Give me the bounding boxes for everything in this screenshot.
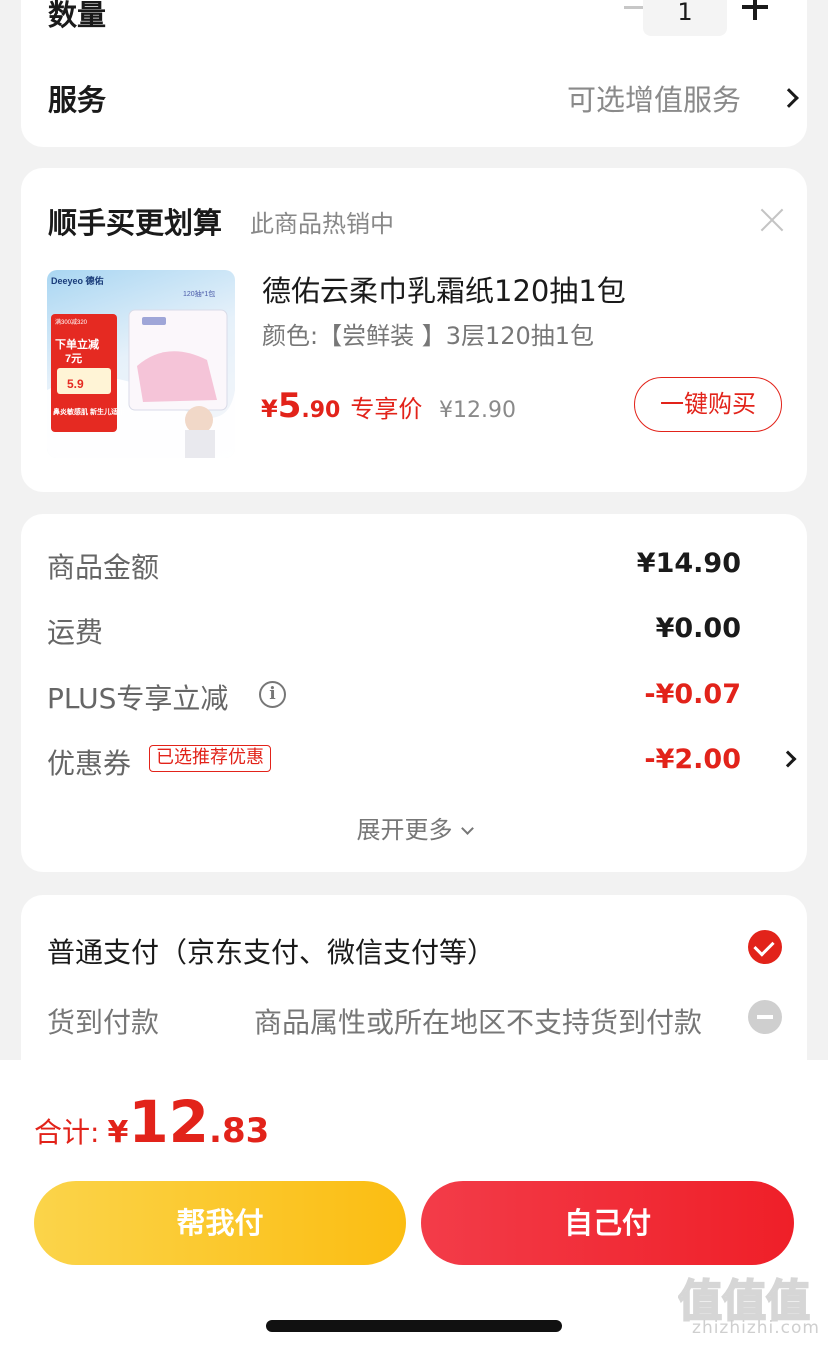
home-indicator[interactable] — [266, 1320, 562, 1332]
addon-title: 顺手买更划算 — [48, 206, 223, 240]
original-price: ¥12.90 — [439, 398, 516, 423]
service-label: 服务 — [48, 83, 107, 117]
goods-amount-label: 商品金额 — [47, 551, 160, 584]
chevron-down-icon — [460, 822, 474, 835]
plus-discount-value: -¥0.07 — [644, 679, 741, 710]
checkmark-icon[interactable] — [748, 930, 782, 964]
product-promo-bottom-text: 鼻炎敏感肌 新生儿适用 — [53, 407, 125, 416]
quantity-input[interactable]: 1 — [643, 0, 727, 36]
price-tag: 专享价 — [350, 395, 423, 423]
help-me-pay-button[interactable]: 帮我付 — [34, 1181, 406, 1265]
disabled-icon — [748, 1000, 782, 1034]
one-click-buy-button[interactable]: 一键购买 — [634, 377, 782, 432]
pay-myself-button[interactable]: 自己付 — [421, 1181, 794, 1265]
price-integer: 5 — [277, 386, 302, 426]
quantity-label: 数量 — [48, 0, 107, 32]
total-label: 合计: — [34, 1116, 100, 1149]
close-icon[interactable] — [760, 208, 784, 232]
total-currency: ¥ — [107, 1115, 129, 1150]
coupon-badge: 已选推荐优惠 — [149, 745, 271, 772]
product-promo-top-text: 满300减320 — [55, 318, 88, 326]
payment-option-cod: 货到付款 — [47, 1006, 160, 1039]
order-total: 合计: ¥12.83 — [34, 1088, 269, 1156]
addon-subtitle: 此商品热销中 — [250, 210, 394, 238]
coupon-label: 优惠券 — [47, 747, 132, 780]
service-value[interactable]: 可选增值服务 — [567, 77, 741, 119]
plus-discount-label: PLUS专享立减 — [47, 682, 229, 715]
expand-more-label: 展开更多 — [356, 816, 453, 844]
addon-card: 顺手买更划算 此商品热销中 Deeyeo 德佑 120抽*1包 满300减320… — [21, 168, 807, 492]
checkout-bar: 合计: ¥12.83 帮我付 自己付 — [0, 1060, 828, 1280]
payment-option-normal[interactable]: 普通支付（京东支付、微信支付等） — [47, 931, 495, 971]
chevron-right-icon[interactable] — [779, 750, 797, 768]
watermark-site: zhizhizhi.com — [692, 1318, 820, 1338]
product-promo-amount-text: 7元 — [65, 352, 82, 365]
goods-amount-value: ¥14.90 — [636, 548, 741, 579]
quantity-increase-button[interactable] — [742, 0, 768, 20]
product-pack-text: 120抽*1包 — [183, 289, 215, 298]
price-decimal: .90 — [301, 398, 341, 423]
shipping-value: ¥0.00 — [655, 613, 741, 644]
total-integer: 12 — [128, 1088, 210, 1156]
product-image[interactable]: Deeyeo 德佑 120抽*1包 满300减320 下单立减 7元 5.9 鼻… — [47, 270, 235, 458]
expand-more-button[interactable]: 展开更多 — [21, 810, 807, 845]
price-summary-card: 商品金额 ¥14.90 运费 ¥0.00 PLUS专享立减 i -¥0.07 优… — [21, 514, 807, 872]
product-image-art: Deeyeo 德佑 120抽*1包 满300减320 下单立减 7元 5.9 鼻… — [47, 275, 235, 458]
product-promo-main-text: 下单立减 — [55, 337, 99, 351]
price-currency: ¥ — [261, 395, 278, 423]
chevron-right-icon[interactable] — [779, 88, 799, 108]
product-spec: 颜色:【尝鲜装 】3层120抽1包 — [262, 322, 595, 350]
product-promo-price-text: 5.9 — [67, 377, 84, 391]
cod-unavailable-note: 商品属性或所在地区不支持货到付款 — [254, 1006, 703, 1039]
order-options-card: 数量 1 服务 可选增值服务 — [21, 0, 807, 147]
coupon-value[interactable]: -¥2.00 — [644, 744, 741, 775]
info-icon[interactable]: i — [259, 681, 286, 708]
product-title[interactable]: 德佑云柔巾乳霜纸120抽1包 — [262, 268, 626, 310]
shipping-label: 运费 — [47, 616, 104, 649]
total-decimal: .83 — [209, 1111, 270, 1151]
product-brand-text: Deeyeo 德佑 — [51, 275, 104, 286]
product-price: ¥5.90 专享价 — [261, 386, 422, 426]
